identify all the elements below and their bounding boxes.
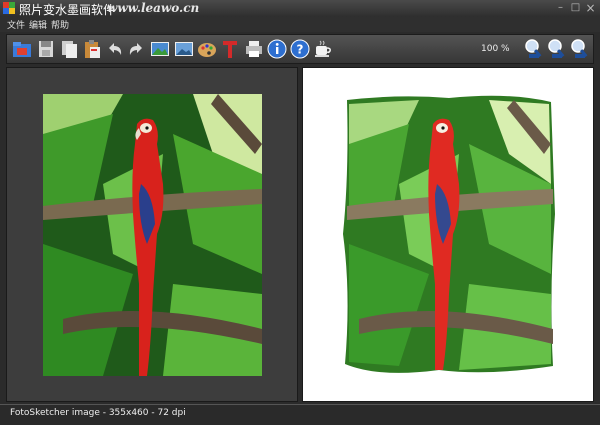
status-text: FotoSketcher image - 355x460 - 72 dpi <box>10 408 186 418</box>
zoom-fit-icon[interactable] <box>546 38 568 60</box>
maximize-button[interactable]: □ <box>569 2 582 14</box>
palette-icon[interactable] <box>196 38 218 60</box>
menu-edit[interactable]: 编辑 <box>29 18 47 31</box>
original-photo <box>43 94 262 376</box>
window-title: 照片变水墨画软件 <box>19 3 116 17</box>
save-icon[interactable] <box>35 38 57 60</box>
result-photo <box>339 94 558 376</box>
sketch-image-icon[interactable] <box>173 38 195 60</box>
help-icon[interactable]: ? <box>289 38 311 60</box>
svg-text:?: ? <box>297 43 304 57</box>
minimize-button[interactable]: – <box>554 2 567 14</box>
original-image-icon[interactable] <box>149 38 171 60</box>
original-image-panel[interactable] <box>6 67 298 402</box>
copy-icon[interactable] <box>58 38 80 60</box>
app-icon <box>3 2 15 14</box>
open-folder-icon[interactable] <box>11 38 33 60</box>
close-button[interactable]: × <box>584 2 597 14</box>
menu-bar: 文件 编辑 帮助 <box>0 17 600 32</box>
watermark-url: www.leawo.cn <box>107 1 200 15</box>
zoom-level: 100 % <box>481 44 510 54</box>
zoom-in-icon[interactable] <box>523 38 545 60</box>
menu-file[interactable]: 文件 <box>7 18 25 31</box>
menu-help[interactable]: 帮助 <box>51 18 69 31</box>
text-icon[interactable] <box>219 38 241 60</box>
info-icon[interactable] <box>266 38 288 60</box>
toolbar: ? 100 % <box>6 34 594 64</box>
paste-icon[interactable] <box>81 38 103 60</box>
print-icon[interactable] <box>243 38 265 60</box>
coffee-icon[interactable] <box>312 38 334 60</box>
redo-icon[interactable] <box>125 38 147 60</box>
zoom-out-icon[interactable] <box>569 38 591 60</box>
title-bar: 照片变水墨画软件 www.leawo.cn – □ × <box>0 0 600 17</box>
undo-icon[interactable] <box>104 38 126 60</box>
status-bar: FotoSketcher image - 355x460 - 72 dpi <box>0 404 600 425</box>
result-image-panel[interactable] <box>302 67 594 402</box>
